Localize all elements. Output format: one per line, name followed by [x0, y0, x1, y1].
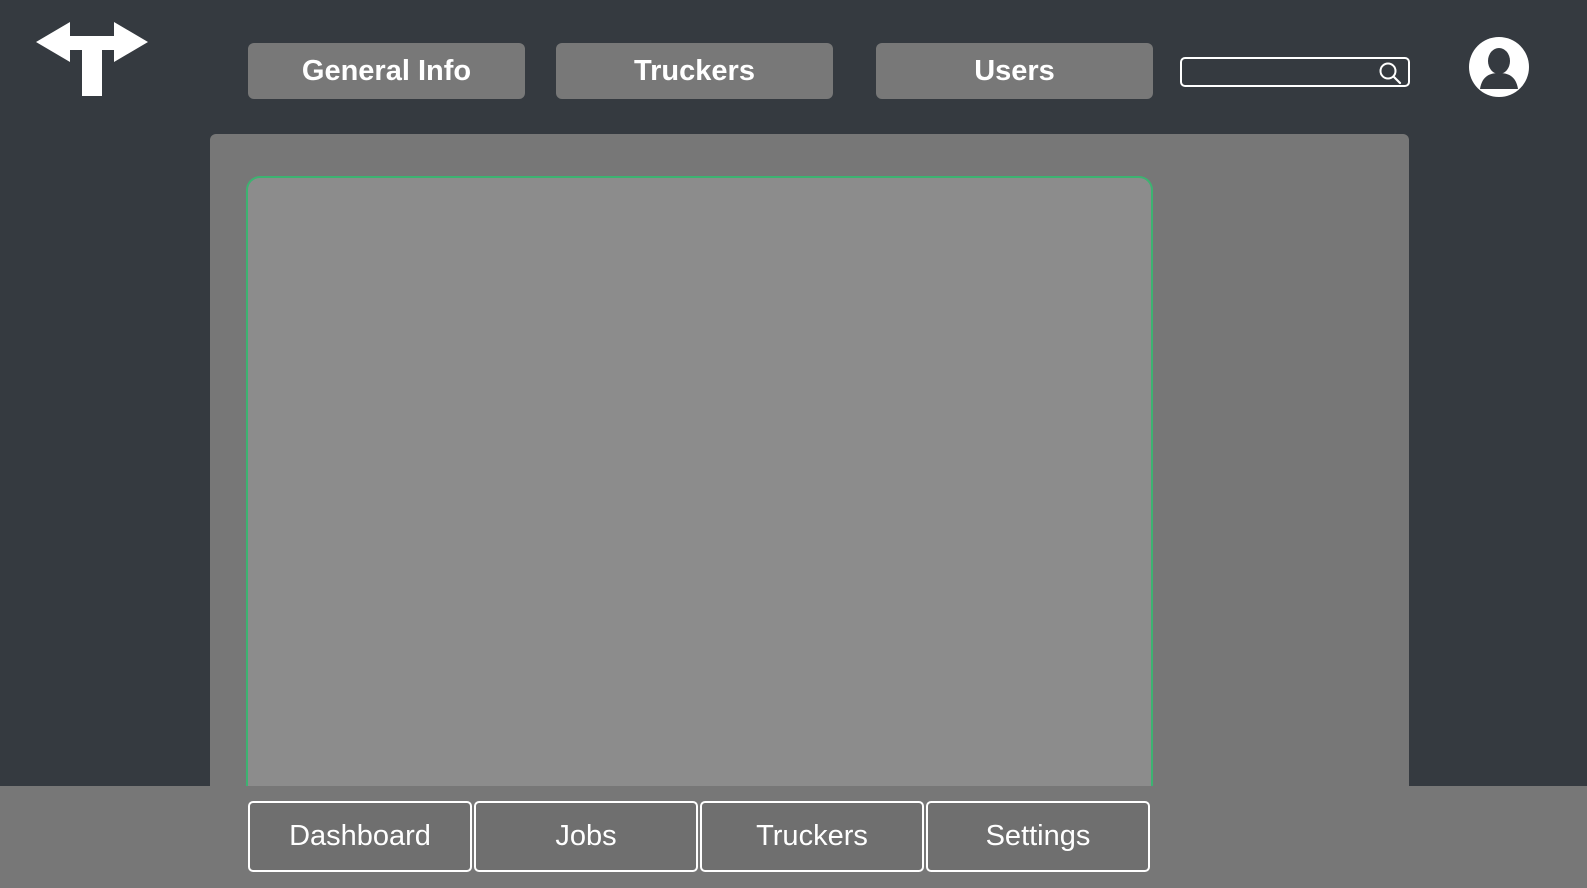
bottom-nav-truckers[interactable]: Truckers — [700, 801, 924, 872]
logo-stem — [82, 42, 102, 96]
app-logo-icon[interactable] — [36, 22, 148, 96]
content-card — [246, 176, 1153, 796]
search-box — [1180, 57, 1410, 87]
user-avatar-icon[interactable] — [1468, 36, 1530, 98]
tab-users[interactable]: Users — [876, 43, 1153, 99]
search-icon[interactable] — [1378, 61, 1402, 85]
bottom-nav-settings[interactable]: Settings — [926, 801, 1150, 872]
tab-general-info[interactable]: General Info — [248, 43, 525, 99]
tab-truckers[interactable]: Truckers — [556, 43, 833, 99]
bottom-nav-dashboard[interactable]: Dashboard — [248, 801, 472, 872]
search-input[interactable] — [1188, 61, 1368, 83]
bottom-nav-jobs[interactable]: Jobs — [474, 801, 698, 872]
